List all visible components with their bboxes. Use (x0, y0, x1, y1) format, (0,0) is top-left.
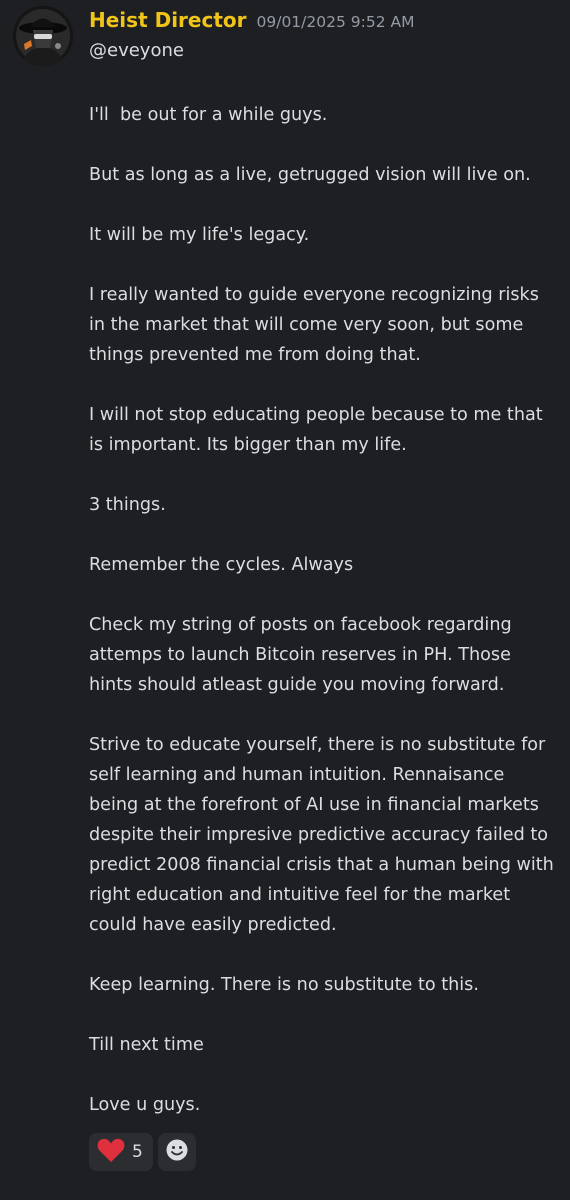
message-paragraph: 3 things. (89, 495, 166, 515)
heart-icon (97, 1137, 125, 1167)
message-paragraph: I really wanted to guide everyone recogn… (89, 285, 545, 365)
author-name[interactable]: Heist Director (89, 8, 247, 32)
message-paragraph: But as long as a live, getrugged vision … (89, 165, 531, 185)
message-timestamp: 09/01/2025 9:52 AM (256, 13, 415, 31)
message-header: Heist Director 09/01/2025 9:52 AM (89, 8, 414, 38)
avatar-image (13, 6, 73, 66)
reaction-count: 5 (132, 1142, 143, 1162)
message-paragraph: I will not stop educating people because… (89, 405, 549, 455)
message-paragraph: Strive to educate yourself, there is no … (89, 735, 560, 935)
message-body: I'll be out for a while guys. But as lon… (89, 100, 559, 1120)
smiley-add-reaction-icon (165, 1138, 189, 1166)
message-paragraph: Remember the cycles. Always (89, 555, 354, 575)
message-paragraph: I'll be out for a while guys. (89, 105, 328, 125)
message-paragraph: Keep learning. There is no substitute to… (89, 975, 479, 995)
message-paragraph: Till next time (89, 1035, 204, 1055)
add-reaction-button[interactable] (158, 1133, 196, 1171)
reactions-bar: 5 (89, 1133, 196, 1171)
everyone-mention[interactable]: @eveyone (89, 40, 184, 61)
chat-message: Heist Director 09/01/2025 9:52 AM @eveyon… (0, 0, 570, 1200)
message-paragraph: Love u guys. (89, 1095, 201, 1115)
heart-reaction[interactable]: 5 (89, 1133, 153, 1171)
message-paragraph: It will be my life's legacy. (89, 225, 310, 245)
avatar[interactable] (13, 6, 73, 66)
message-paragraph: Check my string of posts on facebook reg… (89, 615, 518, 695)
